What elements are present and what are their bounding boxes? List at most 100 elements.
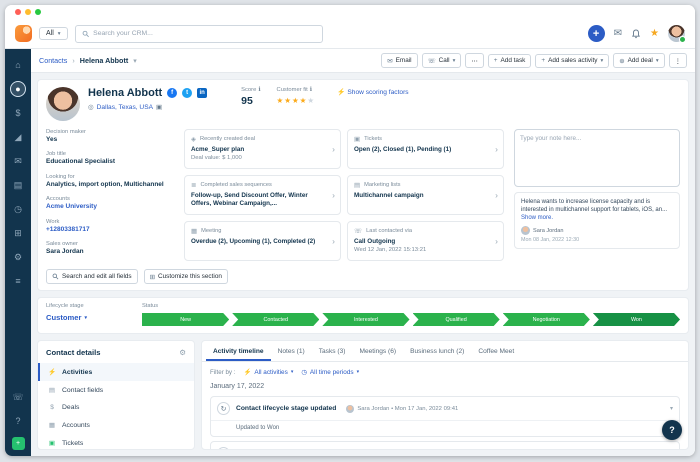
search-icon xyxy=(52,273,59,280)
twitter-icon[interactable]: t xyxy=(182,88,193,98)
sidebar-item-calendar[interactable]: ◷ xyxy=(10,201,26,217)
details-item-accounts[interactable]: ▦ Accounts xyxy=(38,416,194,434)
tab-notes[interactable]: Notes (1) xyxy=(271,341,312,361)
recent-deal-card[interactable]: ◈ Recently created deal Acme_Super plan D… xyxy=(184,129,341,169)
facebook-icon[interactable]: f xyxy=(167,88,178,98)
meetings-card[interactable]: ▦ Meeting Overdue (2), Upcoming (1), Comp… xyxy=(184,221,341,261)
timeline-entry[interactable]: ↻ Contact lifecycle stage updated Preksh… xyxy=(210,441,680,449)
sidebar-item-conversations[interactable]: ✉ xyxy=(10,153,26,169)
call-button[interactable]: ☏ Call ▾ xyxy=(421,53,462,68)
location-text[interactable]: Dallas, Texas, USA xyxy=(97,104,153,111)
call-icon: ☏ xyxy=(354,228,363,235)
kebab-menu-button[interactable]: ⋮ xyxy=(668,53,687,68)
filter-periods-dropdown[interactable]: ◷ All time periods ▾ xyxy=(301,368,359,377)
stage-interested[interactable]: Interested xyxy=(322,313,409,326)
timeline-entry[interactable]: ↻ Contact lifecycle stage updated Sara J… xyxy=(210,396,680,437)
note-card[interactable]: Helena wants to increase license capacit… xyxy=(514,192,680,250)
add-sales-activity-button[interactable]: + Add sales activity ▾ xyxy=(535,53,610,68)
sales-sequences-card[interactable]: ≣ Completed sales sequences Follow-up, Se… xyxy=(184,175,341,215)
global-filter-label: All xyxy=(46,30,54,37)
tab-meetings[interactable]: Meetings (6) xyxy=(352,341,403,361)
minimize-window-button[interactable] xyxy=(25,9,31,15)
details-item-tickets[interactable]: ▣ Tickets xyxy=(38,434,194,452)
quick-add-button[interactable]: + xyxy=(587,25,605,42)
chevron-right-icon[interactable]: › xyxy=(495,144,498,154)
sidebar-item-apps[interactable]: ⊞ xyxy=(10,225,26,241)
sidebar-item-settings[interactable]: ⚙ xyxy=(10,249,26,265)
sidebar-item-help[interactable]: ? xyxy=(10,413,26,429)
search-edit-fields-button[interactable]: Search and edit all fields xyxy=(46,269,138,284)
help-button[interactable]: ? xyxy=(662,420,682,440)
freshworks-switcher-icon[interactable]: + xyxy=(11,437,25,450)
tab-coffee-meet[interactable]: Coffee Meet xyxy=(471,341,521,361)
chevron-right-icon[interactable]: › xyxy=(495,236,498,246)
sidebar-item-reports[interactable]: ◢ xyxy=(10,129,26,145)
lifecycle-stage-dropdown[interactable]: Customer ▾ xyxy=(46,313,132,322)
app-logo-icon[interactable] xyxy=(15,25,32,42)
sidebar-item-lists[interactable]: ▤ xyxy=(10,177,26,193)
notes-panel: Helena wants to increase license capacit… xyxy=(514,129,680,261)
stage-contacted[interactable]: Contacted xyxy=(232,313,319,326)
card-title: Completed sales sequences xyxy=(200,182,272,188)
building-icon[interactable]: ▣ xyxy=(156,103,162,111)
global-filter-dropdown[interactable]: All ▾ xyxy=(39,27,68,40)
chevron-right-icon[interactable]: › xyxy=(495,190,498,200)
gear-icon[interactable]: ⚙ xyxy=(179,348,186,357)
chevron-down-icon: ▾ xyxy=(290,369,294,375)
show-more-link[interactable]: Show more. xyxy=(521,215,553,221)
info-icon[interactable]: ℹ xyxy=(310,87,312,93)
chevron-right-icon[interactable]: › xyxy=(332,190,335,200)
stage-negotiation[interactable]: Negotiation xyxy=(503,313,590,326)
add-task-button[interactable]: + Add task xyxy=(487,53,532,68)
sidebar-item-home[interactable]: ⌂ xyxy=(10,57,26,73)
sidebar-item-contacts[interactable]: ● xyxy=(10,81,26,97)
chevron-right-icon[interactable]: › xyxy=(332,144,335,154)
stage-qualified[interactable]: Qualified xyxy=(413,313,500,326)
more-actions-button[interactable]: ⋯ xyxy=(465,53,484,68)
card-title: Recently created deal xyxy=(200,136,256,142)
stage-new[interactable]: New xyxy=(142,313,229,326)
rewards-icon[interactable]: ★ xyxy=(650,28,659,39)
note-input[interactable] xyxy=(514,129,680,187)
details-item-deals[interactable]: $ Deals xyxy=(38,399,194,416)
tickets-card[interactable]: ▣ Tickets Open (2), Closed (1), Pending (… xyxy=(347,129,504,169)
email-button[interactable]: ✉ Email xyxy=(381,53,418,68)
contact-action-bar: ✉ Email ☏ Call ▾ ⋯ + Add task + Add sales act… xyxy=(381,53,687,68)
breadcrumb-contacts-link[interactable]: Contacts xyxy=(39,56,67,65)
last-contacted-card[interactable]: ☏ Last contacted via Call Outgoing Wed 12… xyxy=(347,221,504,261)
collapse-entry-icon[interactable]: ▾ xyxy=(670,405,673,412)
close-window-button[interactable] xyxy=(15,9,21,15)
customize-section-button[interactable]: ⊞ Customize this section xyxy=(143,269,228,284)
meeting-icon: ▦ xyxy=(191,228,198,235)
sidebar-item-menu[interactable]: ≡ xyxy=(10,273,26,289)
user-avatar[interactable] xyxy=(668,25,686,43)
chevron-right-icon[interactable]: › xyxy=(332,236,335,246)
phone-link[interactable]: +12803381717 xyxy=(46,226,174,234)
show-scoring-factors-link[interactable]: ⚡ Show scoring factors xyxy=(337,87,408,97)
score-block: Score ℹ 95 Customer fit ℹ ★★★★★ xyxy=(241,87,315,107)
info-icon[interactable]: ℹ xyxy=(258,87,260,93)
lifecycle-update-icon: ↻ xyxy=(217,447,230,449)
tab-activity-timeline[interactable]: Activity timeline xyxy=(206,341,271,361)
linkedin-icon[interactable]: in xyxy=(197,88,208,98)
sidebar-item-deals[interactable]: $ xyxy=(10,105,26,121)
bell-icon[interactable] xyxy=(631,29,641,39)
contact-avatar[interactable] xyxy=(46,87,80,121)
mail-icon[interactable]: ✉ xyxy=(614,28,622,39)
add-deal-button[interactable]: ⊕ Add deal ▾ xyxy=(613,53,665,68)
account-link[interactable]: Acme University xyxy=(46,203,174,211)
maximize-window-button[interactable] xyxy=(35,9,41,15)
search-input[interactable] xyxy=(93,30,316,37)
details-item-label: Activities xyxy=(62,368,93,376)
summary-cards-grid: ◈ Recently created deal Acme_Super plan D… xyxy=(184,129,504,261)
chevron-down-icon[interactable]: ▾ xyxy=(133,56,137,65)
tab-tasks[interactable]: Tasks (3) xyxy=(312,341,353,361)
marketing-lists-card[interactable]: ▤ Marketing lists Multichannel campaign › xyxy=(347,175,504,215)
details-item-activities[interactable]: ⚡ Activities xyxy=(38,363,194,381)
tab-business-lunch[interactable]: Business lunch (2) xyxy=(403,341,471,361)
filter-activities-dropdown[interactable]: ⚡ All activities ▾ xyxy=(243,368,294,377)
sidebar-item-phone[interactable]: ☏ xyxy=(10,389,26,405)
global-search[interactable] xyxy=(74,24,323,43)
stage-won[interactable]: Won xyxy=(593,313,680,326)
details-item-contact-fields[interactable]: ▤ Contact fields xyxy=(38,381,194,399)
